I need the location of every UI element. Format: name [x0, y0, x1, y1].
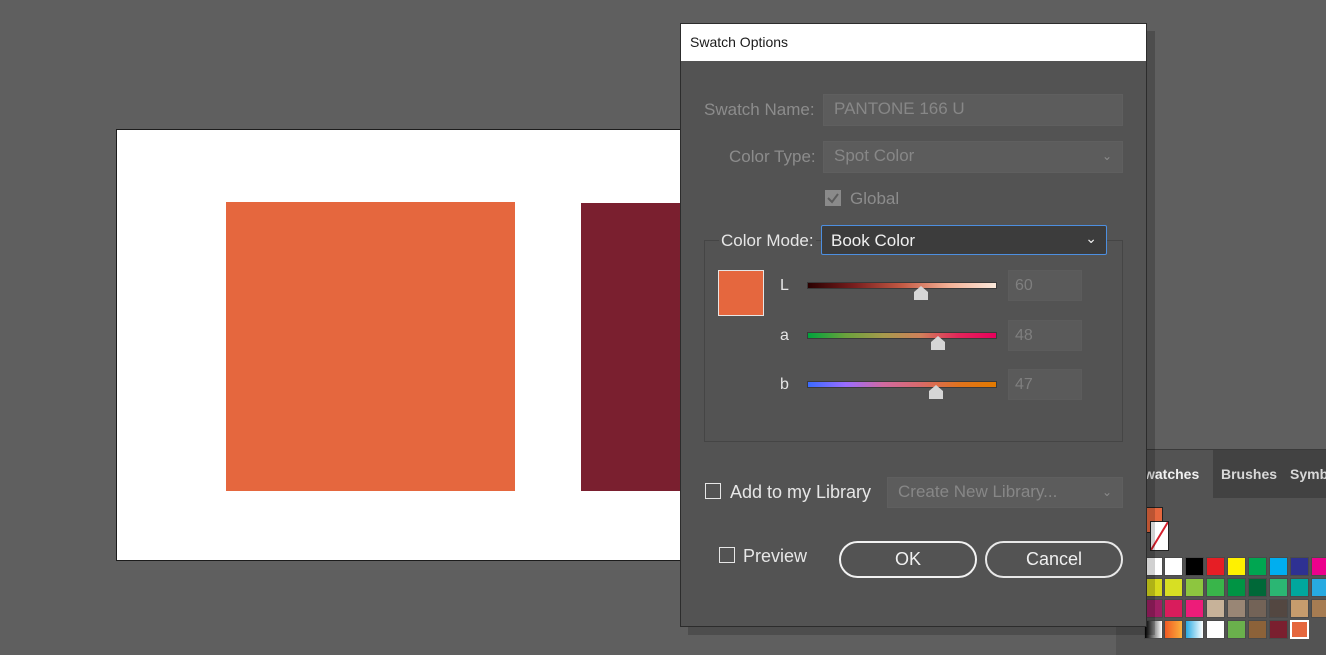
- swatch[interactable]: [1227, 599, 1246, 618]
- slider-a-label: a: [780, 327, 789, 344]
- slider-thumb-body: [931, 342, 946, 350]
- color-mode-select[interactable]: Book Color ⌄: [821, 225, 1107, 255]
- swatch-white[interactable]: [1164, 557, 1183, 576]
- swatch[interactable]: [1290, 578, 1309, 597]
- color-preview-swatch: [718, 270, 764, 316]
- swatch-black[interactable]: [1185, 557, 1204, 576]
- library-select: Create New Library... ⌄: [887, 477, 1123, 508]
- swatch[interactable]: [1164, 578, 1183, 597]
- swatch[interactable]: [1311, 599, 1326, 618]
- slider-a-value: 48: [1015, 327, 1033, 344]
- slider-thumb-body: [929, 391, 944, 399]
- swatch-magenta[interactable]: [1311, 557, 1326, 576]
- slider-l-track[interactable]: [807, 282, 997, 289]
- swatch-gradient[interactable]: [1164, 620, 1183, 639]
- swatch-name-input: PANTONE 166 U: [823, 94, 1123, 126]
- library-select-value: Create New Library...: [898, 482, 1058, 501]
- artboard: [116, 129, 697, 561]
- color-mode-value: Book Color: [831, 231, 916, 250]
- swatch[interactable]: [1185, 578, 1204, 597]
- swatch-pattern[interactable]: [1206, 620, 1225, 639]
- stroke-none-indicator[interactable]: [1150, 521, 1169, 551]
- swatch-gradient[interactable]: [1185, 620, 1204, 639]
- swatch[interactable]: [1206, 578, 1225, 597]
- chevron-down-icon: ⌄: [1101, 149, 1112, 163]
- swatch-red[interactable]: [1206, 557, 1225, 576]
- preview-checkbox[interactable]: [719, 547, 735, 563]
- swatch-name-value: PANTONE 166 U: [834, 99, 965, 118]
- swatch-pattern[interactable]: [1227, 620, 1246, 639]
- swatch-options-dialog: Swatch Options Swatch Name: PANTONE 166 …: [680, 23, 1147, 627]
- swatch-green[interactable]: [1248, 557, 1267, 576]
- swatch-name-label: Swatch Name:: [704, 100, 815, 119]
- checkmark-icon: [827, 193, 839, 204]
- ok-button[interactable]: OK: [839, 541, 977, 578]
- tab-symbols[interactable]: Symb: [1290, 450, 1326, 498]
- tab-brushes[interactable]: Brushes: [1221, 450, 1281, 498]
- chevron-down-icon: ⌄: [1085, 230, 1097, 246]
- chevron-down-icon: ⌄: [1101, 485, 1112, 499]
- slider-b-value: 47: [1015, 376, 1033, 393]
- cancel-button[interactable]: Cancel: [985, 541, 1123, 578]
- dialog-title: Swatch Options: [690, 34, 789, 50]
- slider-b-track[interactable]: [807, 381, 997, 388]
- preview-label: Preview: [743, 546, 808, 566]
- swatch[interactable]: [1248, 578, 1267, 597]
- slider-b-label: b: [780, 376, 789, 393]
- swatch-yellow[interactable]: [1227, 557, 1246, 576]
- slider-a-input: 48: [1008, 320, 1082, 351]
- add-to-library-label: Add to my Library: [730, 482, 872, 502]
- swatch[interactable]: [1269, 599, 1288, 618]
- swatch[interactable]: [1290, 599, 1309, 618]
- slider-thumb-body: [914, 292, 928, 300]
- global-label: Global: [850, 189, 900, 208]
- slider-l-label: L: [780, 277, 789, 294]
- slider-l-value: 60: [1015, 277, 1033, 294]
- swatch[interactable]: [1269, 620, 1288, 639]
- swatch-blue[interactable]: [1290, 557, 1309, 576]
- orange-rectangle[interactable]: [226, 202, 515, 491]
- add-to-library-checkbox[interactable]: [705, 483, 721, 499]
- swatch[interactable]: [1269, 578, 1288, 597]
- title-bar[interactable]: Swatch Options: [681, 24, 1146, 61]
- tab-swatches[interactable]: watches: [1138, 450, 1213, 498]
- color-mode-label: Color Mode:: [719, 231, 816, 251]
- swatch-cyan[interactable]: [1269, 557, 1288, 576]
- swatch[interactable]: [1311, 578, 1326, 597]
- panel-tabs: watches Brushes Symb: [1116, 450, 1326, 498]
- swatch[interactable]: [1185, 599, 1204, 618]
- swatch[interactable]: [1227, 578, 1246, 597]
- color-type-value: Spot Color: [834, 146, 915, 165]
- color-type-select: Spot Color ⌄: [823, 141, 1123, 173]
- slider-b-input: 47: [1008, 369, 1082, 400]
- swatch-pattern[interactable]: [1248, 620, 1267, 639]
- color-type-label: Color Type:: [729, 147, 816, 166]
- swatch-selected[interactable]: [1290, 620, 1309, 639]
- global-checkbox: [825, 190, 841, 206]
- swatch[interactable]: [1164, 599, 1183, 618]
- slider-l-input: 60: [1008, 270, 1082, 301]
- slider-a-track[interactable]: [807, 332, 997, 339]
- swatches-panel: watches Brushes Symb: [1116, 449, 1326, 655]
- swatch[interactable]: [1248, 599, 1267, 618]
- swatch[interactable]: [1206, 599, 1225, 618]
